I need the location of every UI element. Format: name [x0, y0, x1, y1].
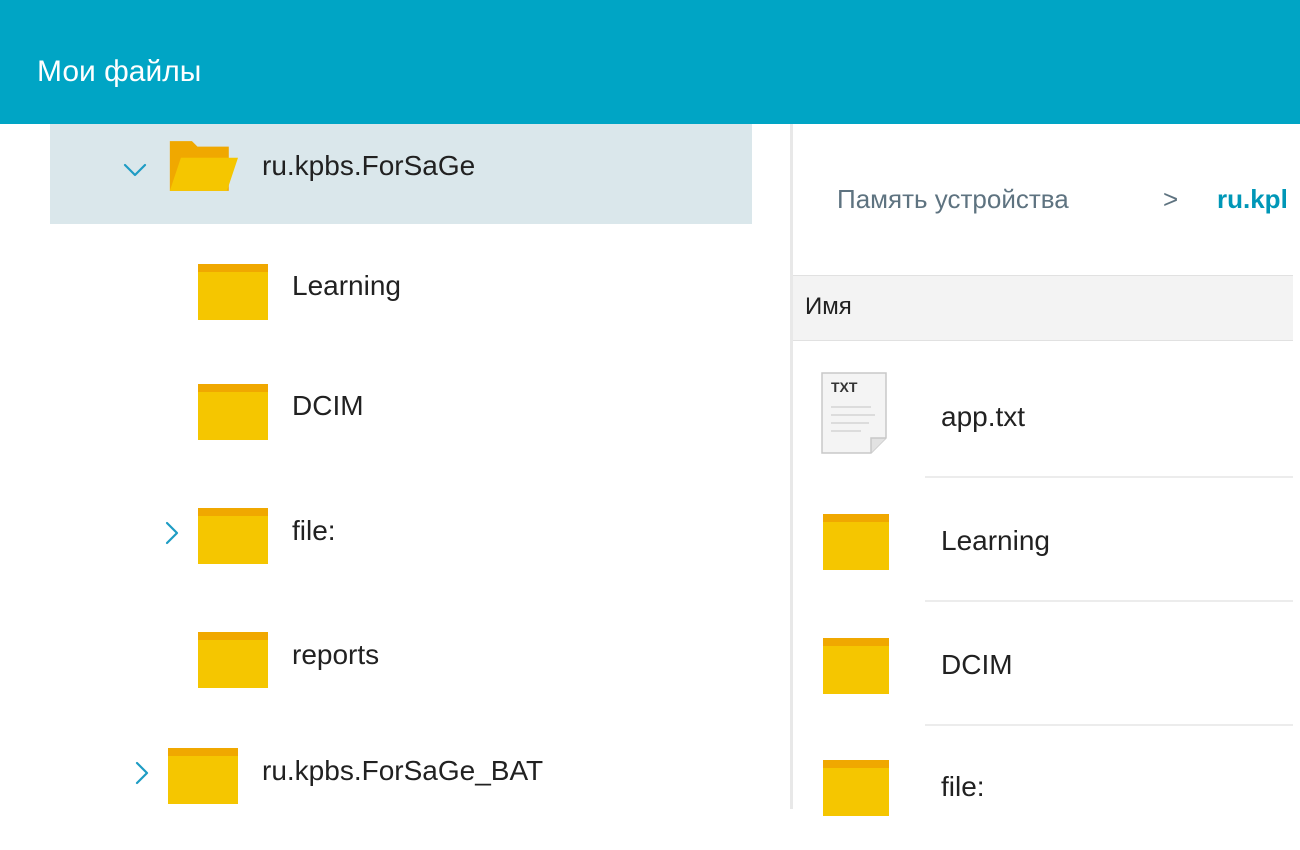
tree-item-dcim[interactable]: DCIM [50, 359, 752, 459]
chevron-down-icon[interactable] [122, 156, 148, 182]
breadcrumb-separator: > [1163, 184, 1179, 214]
chevron-right-icon[interactable] [158, 520, 184, 546]
file-name: DCIM [941, 649, 1013, 680]
column-header-label: Имя [805, 293, 852, 320]
txt-file-icon: TXT [821, 372, 887, 454]
tree-item-label: Learning [292, 270, 401, 301]
file-name: file: [941, 771, 985, 802]
folder-icon [823, 758, 889, 816]
tree-item-label: ru.kpbs.ForSaGe_BAT [262, 755, 544, 786]
column-header-name[interactable]: Имя [793, 275, 1293, 341]
breadcrumb-root[interactable]: Память устройства [837, 182, 1069, 216]
list-item-dcim[interactable]: DCIM [793, 602, 1293, 726]
tree-item-ru-kpbs-forsage-bat[interactable]: ru.kpbs.ForSaGe_BAT [50, 724, 752, 824]
folder-icon [823, 636, 889, 694]
tree-item-ru-kpbs-forsage[interactable]: ru.kpbs.ForSaGe [50, 124, 752, 224]
folder-icon [823, 512, 889, 570]
file-name: Learning [941, 525, 1050, 556]
folder-tree: ru.kpbs.ForSaGe Learning DCIM file: repo… [0, 124, 790, 809]
list-item-app-txt[interactable]: TXT app.txt [793, 354, 1293, 478]
folder-icon [198, 504, 268, 564]
tree-item-label: reports [292, 639, 380, 670]
folder-icon [198, 628, 268, 688]
app-bar: Мои файлы [0, 0, 1300, 124]
file-list-pane: Память устройства > ru.kpl Имя TXT app.t… [793, 124, 1300, 816]
chevron-right-icon[interactable] [128, 760, 154, 786]
breadcrumb-current[interactable]: ru.kpl [1217, 182, 1288, 216]
tree-item-label: ru.kpbs.ForSaGe [262, 150, 476, 181]
folder-icon [198, 260, 268, 320]
tree-item-file[interactable]: file: [50, 484, 752, 584]
tree-item-label: file: [292, 515, 336, 546]
list-item-file[interactable]: file: [793, 726, 1293, 850]
folder-icon [168, 744, 238, 804]
breadcrumb: Память устройства > ru.kpl [793, 124, 1300, 274]
app-title: Мои файлы [37, 55, 202, 88]
folder-icon [198, 380, 268, 440]
txt-file-icon-text: TXT [831, 379, 858, 395]
tree-item-label: DCIM [292, 390, 364, 421]
tree-item-reports[interactable]: reports [50, 609, 752, 709]
file-name: app.txt [941, 401, 1026, 432]
folder-open-icon [168, 136, 244, 198]
list-item-learning[interactable]: Learning [793, 478, 1293, 602]
tree-item-learning[interactable]: Learning [50, 234, 752, 334]
